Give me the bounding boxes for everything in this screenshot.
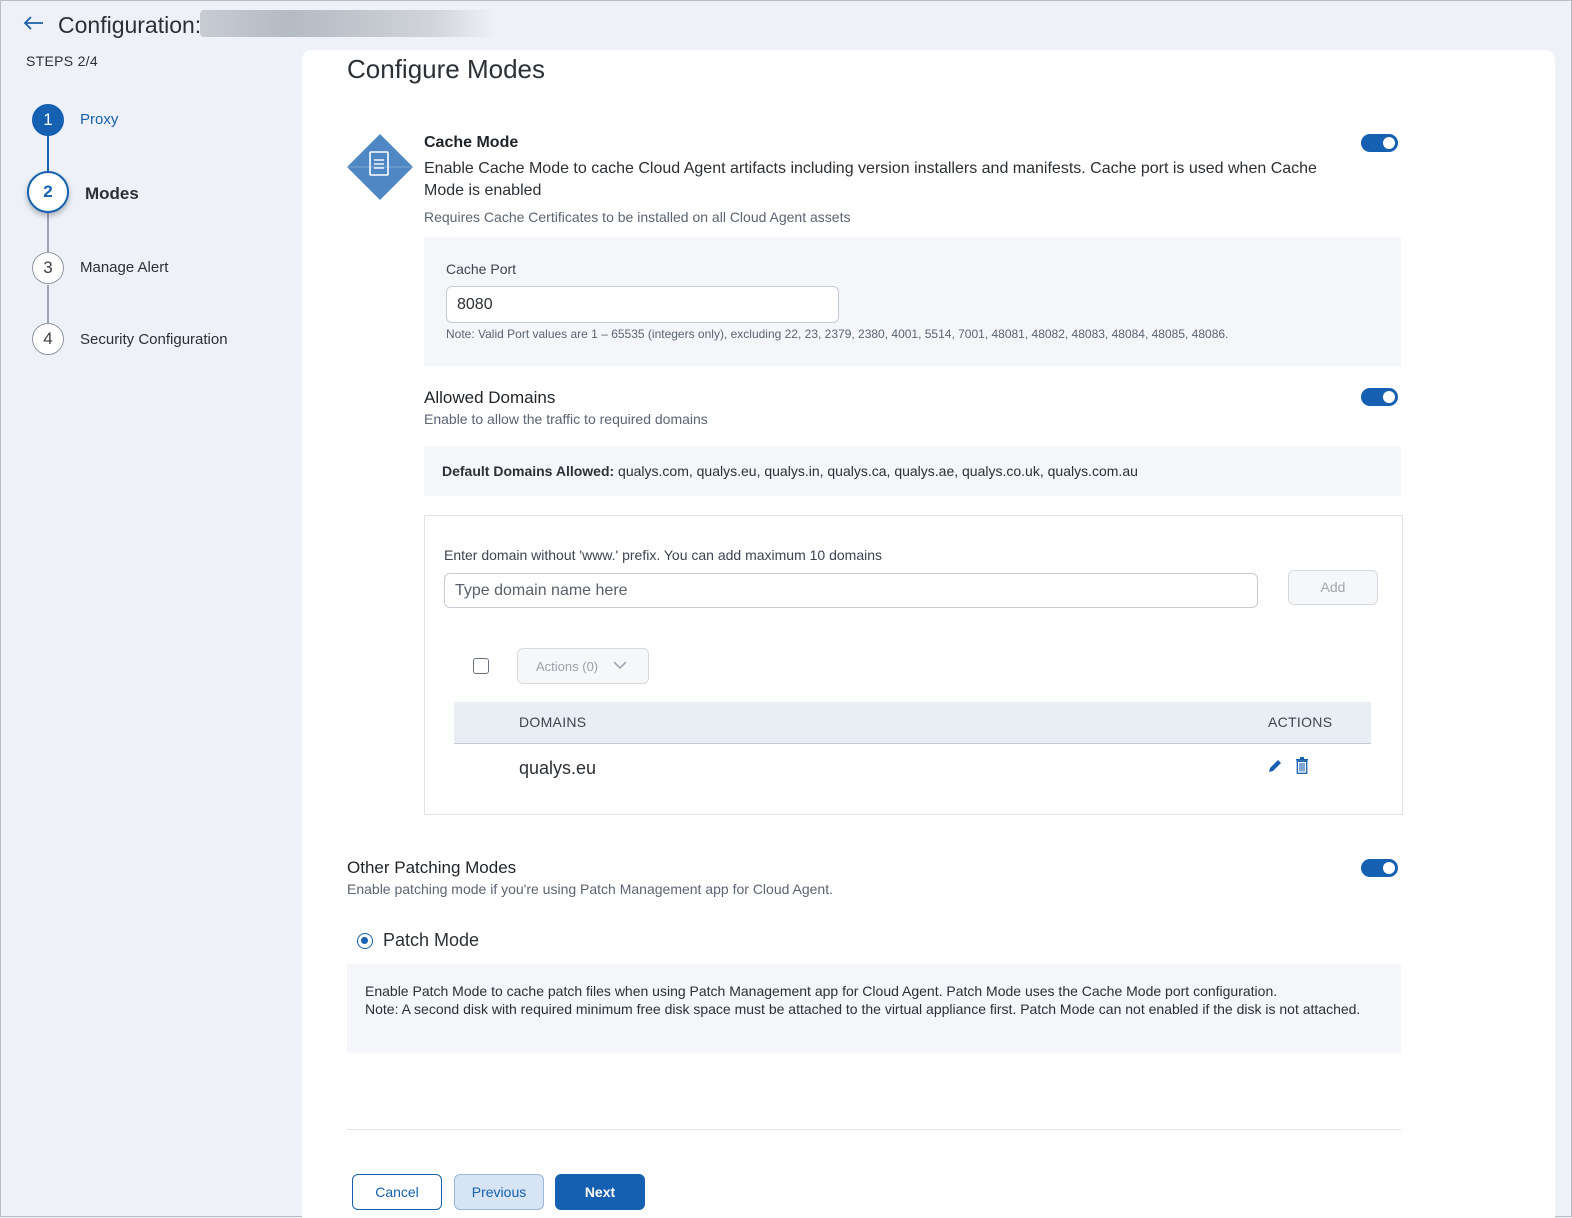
cache-mode-requirement: Requires Cache Certificates to be instal… <box>424 209 851 225</box>
step-2-indicator: 2 <box>27 171 69 213</box>
cache-mode-toggle[interactable] <box>1361 134 1398 152</box>
cache-port-note: Note: Valid Port values are 1 – 65535 (i… <box>446 327 1229 341</box>
trash-icon[interactable] <box>1295 757 1309 779</box>
document-diamond-icon <box>347 134 413 200</box>
add-domain-button[interactable]: Add <box>1288 570 1378 605</box>
select-all-checkbox[interactable] <box>473 658 489 674</box>
pencil-icon[interactable] <box>1267 758 1283 779</box>
step-connector <box>47 133 49 173</box>
default-domains-text: Default Domains Allowed: qualys.com, qua… <box>442 463 1138 479</box>
patch-mode-label[interactable]: Patch Mode <box>383 930 479 951</box>
step-label-modes: Modes <box>85 184 139 203</box>
patch-mode-info-panel: Enable Patch Mode to cache patch files w… <box>347 964 1401 1053</box>
cancel-button[interactable]: Cancel <box>352 1174 442 1210</box>
patch-mode-info-line2: Note: A second disk with required minimu… <box>365 1001 1361 1017</box>
patching-modes-description: Enable patching mode if you're using Pat… <box>347 881 833 897</box>
actions-dropdown[interactable]: Actions (0) <box>517 648 649 684</box>
steps-sidebar: STEPS 2/4 1 Proxy 2 Modes 3 Manage Alert… <box>1 49 301 1217</box>
allowed-domains-description: Enable to allow the traffic to required … <box>424 411 708 427</box>
default-domains-list: qualys.com, qualys.eu, qualys.in, qualys… <box>614 463 1138 479</box>
actions-dropdown-label: Actions (0) <box>536 659 599 674</box>
step-label-proxy[interactable]: Proxy <box>80 111 118 128</box>
page-header: Configuration: <box>1 1 1571 49</box>
step-1-indicator[interactable]: 1 <box>32 104 64 136</box>
allowed-domains-title: Allowed Domains <box>424 388 556 407</box>
cache-port-label: Cache Port <box>446 261 517 277</box>
step-connector <box>47 213 49 253</box>
footer-divider <box>347 1129 1401 1130</box>
section-title: Configure Modes <box>347 54 545 84</box>
page-title: Configuration: <box>58 12 202 38</box>
next-button[interactable]: Next <box>555 1174 645 1210</box>
domain-input-label: Enter domain without 'www.' prefix. You … <box>444 547 883 563</box>
previous-button[interactable]: Previous <box>454 1174 544 1210</box>
step-connector <box>47 285 49 323</box>
custom-domains-box: Enter domain without 'www.' prefix. You … <box>424 515 1403 815</box>
chevron-down-icon <box>612 658 628 675</box>
patch-mode-info-line1: Enable Patch Mode to cache patch files w… <box>365 983 1278 999</box>
step-label-security-configuration: Security Configuration <box>80 331 228 348</box>
column-header-domains: DOMAINS <box>519 714 587 730</box>
main-content: Configure Modes Cache Mode Enable Cache … <box>302 50 1555 1218</box>
default-domains-label: Default Domains Allowed: <box>442 463 615 479</box>
patching-modes-title: Other Patching Modes <box>347 858 517 877</box>
allowed-domains-toggle[interactable] <box>1361 388 1398 406</box>
domains-table-header: DOMAINS ACTIONS <box>454 702 1371 744</box>
steps-counter: STEPS 2/4 <box>26 53 98 69</box>
step-label-manage-alert: Manage Alert <box>80 259 169 276</box>
domain-name-input[interactable] <box>444 573 1258 608</box>
step-4-indicator: 4 <box>32 323 64 355</box>
domain-cell: qualys.eu <box>519 758 597 778</box>
patch-mode-info-text: Enable Patch Mode to cache patch files w… <box>365 982 1375 1018</box>
column-header-actions: ACTIONS <box>1268 714 1333 730</box>
patching-modes-toggle[interactable] <box>1361 859 1398 877</box>
cache-mode-description: Enable Cache Mode to cache Cloud Agent a… <box>424 160 1317 199</box>
cache-port-panel: Cache Port Note: Valid Port values are 1… <box>424 237 1401 366</box>
default-domains-panel: Default Domains Allowed: qualys.com, qua… <box>424 446 1401 496</box>
patch-mode-radio[interactable] <box>357 933 373 949</box>
cache-port-input[interactable] <box>446 286 839 323</box>
redacted-config-name <box>200 10 495 37</box>
step-3-indicator: 3 <box>32 252 64 284</box>
arrow-left-icon[interactable] <box>21 11 45 39</box>
cache-mode-title: Cache Mode <box>424 134 519 151</box>
